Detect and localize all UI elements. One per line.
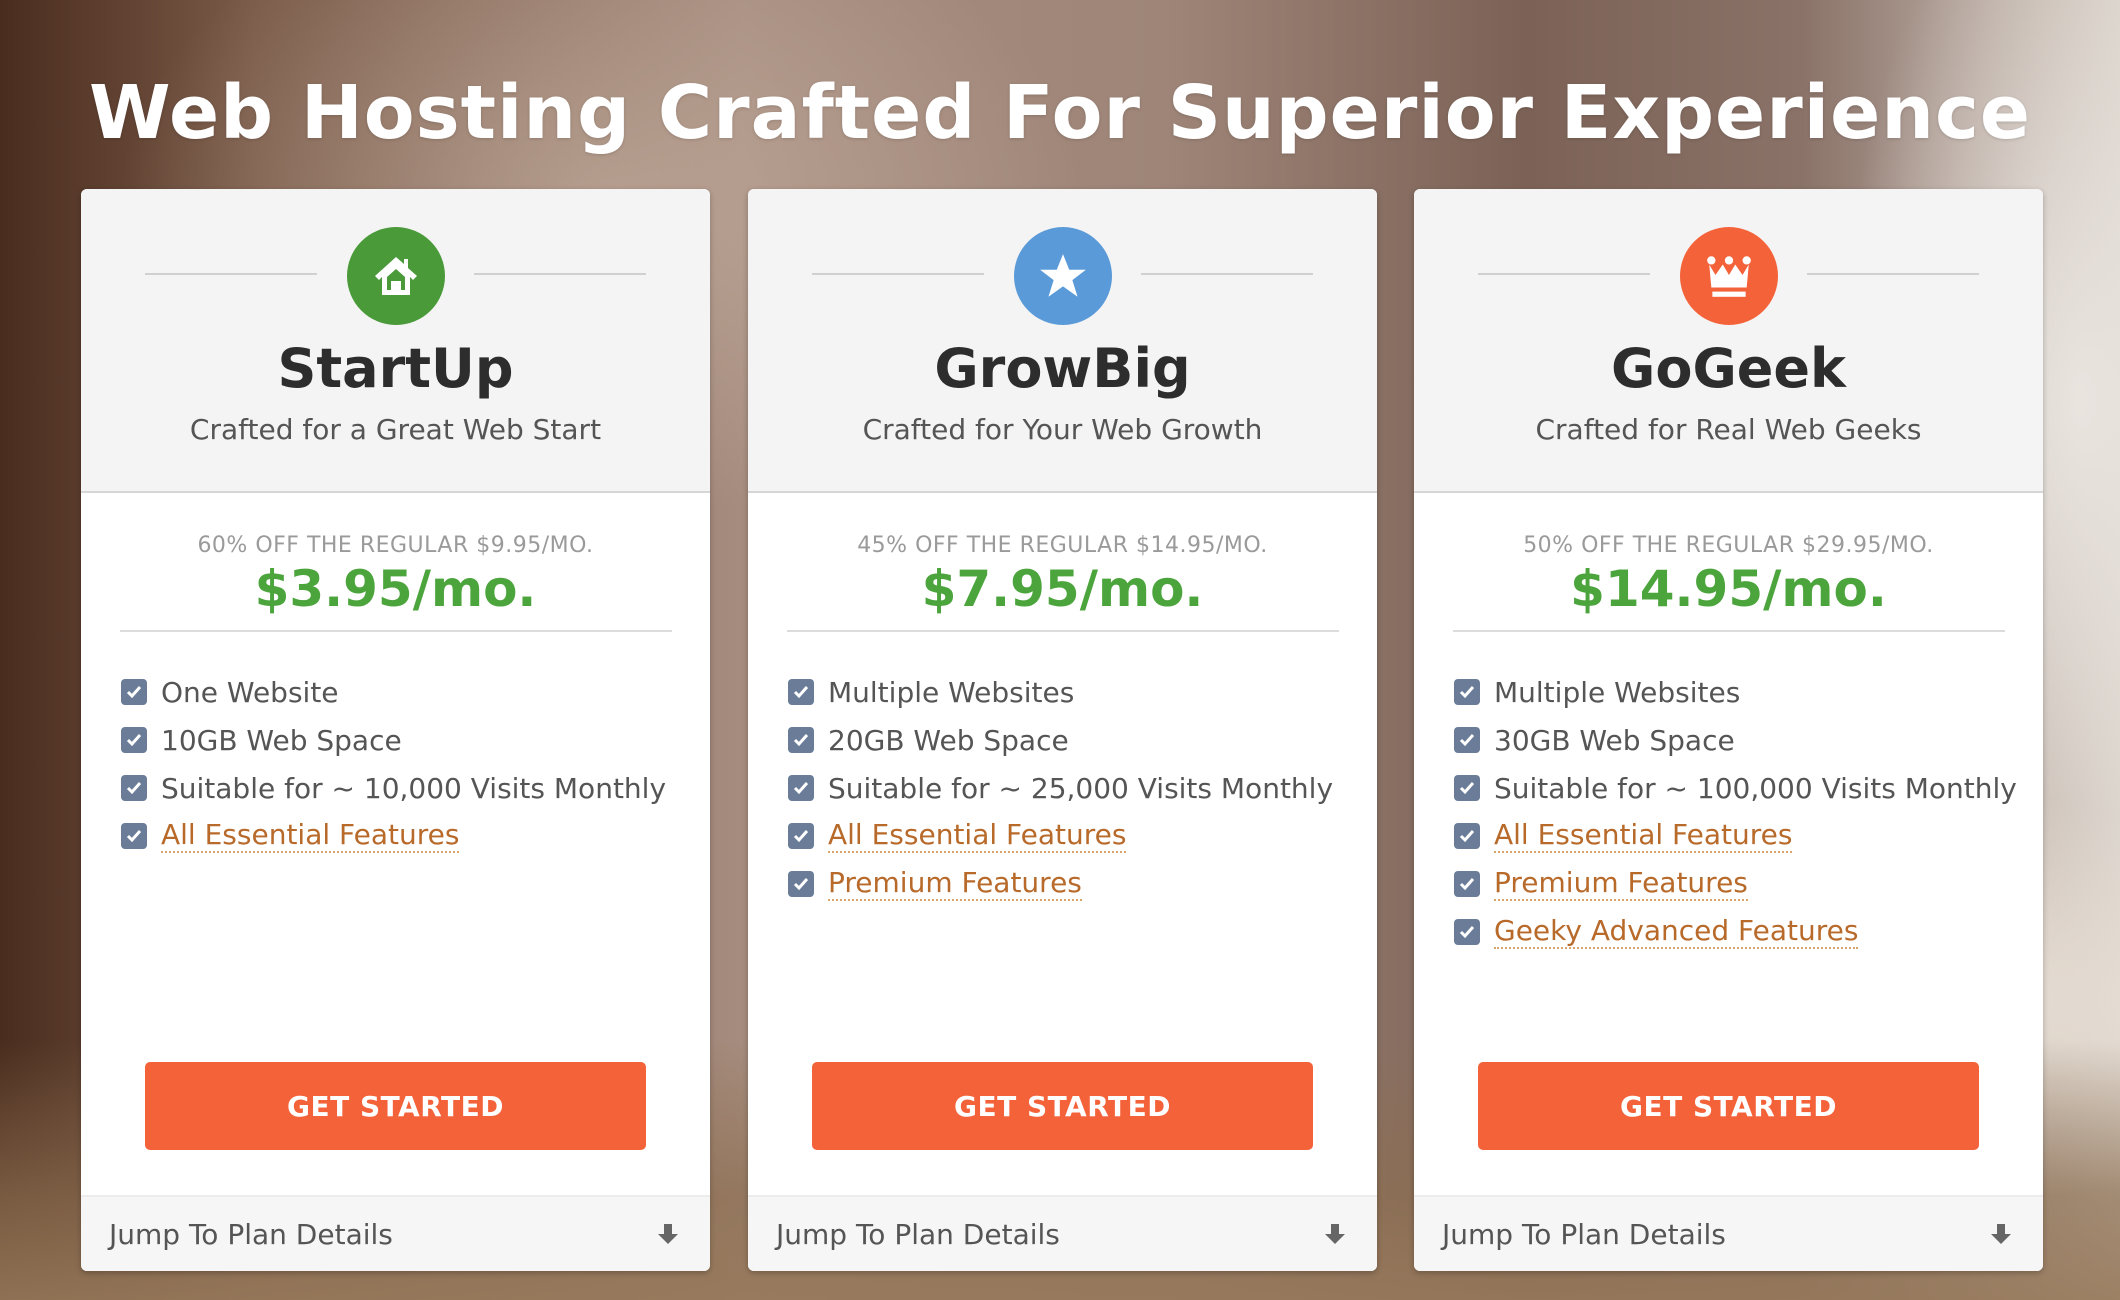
feature-list: One Website 10GB Web Space Suitable for ~ … [81,632,710,860]
plan-price: $3.95/mo. [254,560,537,618]
plan-header: StartUp Crafted for a Great Web Start [81,189,710,493]
discount-note: 60% OFF THE REGULAR $9.95/MO. [197,533,594,558]
feature-link[interactable]: Geeky Advanced Features [1494,915,1859,949]
checkbox-checked-icon [121,775,147,801]
checkbox-checked-icon [121,727,147,753]
feature-item: 10GB Web Space [121,716,710,764]
divider [1141,273,1313,275]
checkbox-checked-icon [1454,727,1480,753]
plan-card-startup: StartUp Crafted for a Great Web Start 60… [81,189,710,1271]
feature-label: 10GB Web Space [161,723,402,757]
get-started-button[interactable]: GET STARTED [1478,1062,1979,1150]
feature-link[interactable]: All Essential Features [161,819,460,853]
divider [474,273,646,275]
crown-icon [1679,227,1778,325]
discount-note: 50% OFF THE REGULAR $29.95/MO. [1523,533,1934,558]
feature-item: All Essential Features [788,812,1377,860]
page-title: Web Hosting Crafted For Superior Experie… [88,69,2032,156]
plan-tagline: Crafted for Real Web Geeks [1535,413,1922,446]
feature-item: All Essential Features [1454,812,2043,860]
feature-list: Multiple Websites 20GB Web Space Suitable … [748,632,1377,908]
feature-label: Multiple Websites [828,675,1075,709]
checkbox-checked-icon [121,823,147,849]
plan-name: GrowBig [934,337,1191,400]
feature-label: Multiple Websites [1494,675,1741,709]
checkbox-checked-icon [788,727,814,753]
plan-header: GoGeek Crafted for Real Web Geeks [1414,189,2043,493]
plan-card-gogeek: GoGeek Crafted for Real Web Geeks 50% OF… [1414,189,2043,1271]
divider [812,273,984,275]
divider [1478,273,1650,275]
checkbox-checked-icon [1454,679,1480,705]
feature-item: Suitable for ~ 10,000 Visits Monthly [121,764,710,812]
jump-to-plan-details-link[interactable]: Jump To Plan Details [81,1195,710,1271]
plan-header: GrowBig Crafted for Your Web Growth [748,189,1377,493]
feature-item: All Essential Features [121,812,710,860]
feature-label: Suitable for ~ 100,000 Visits Monthly [1494,771,2017,805]
feature-link[interactable]: All Essential Features [828,819,1127,853]
price-block: 45% OFF THE REGULAR $14.95/MO. $7.95/mo. [748,493,1377,632]
jump-to-plan-details-link[interactable]: Jump To Plan Details [748,1195,1377,1271]
checkbox-checked-icon [1454,919,1480,945]
feature-label: Suitable for ~ 10,000 Visits Monthly [161,771,667,805]
star-icon [1013,227,1112,325]
checkbox-checked-icon [1454,775,1480,801]
get-started-button[interactable]: GET STARTED [812,1062,1313,1150]
price-block: 50% OFF THE REGULAR $29.95/MO. $14.95/mo… [1414,493,2043,632]
checkbox-checked-icon [1454,871,1480,897]
feature-item: Suitable for ~ 25,000 Visits Monthly [788,764,1377,812]
jump-label: Jump To Plan Details [1442,1217,1726,1251]
feature-item: Premium Features [1454,860,2043,908]
feature-label: One Website [161,675,339,709]
get-started-button[interactable]: GET STARTED [145,1062,646,1150]
arrow-down-icon [1325,1224,1345,1244]
plan-tagline: Crafted for a Great Web Start [189,413,602,446]
price-block: 60% OFF THE REGULAR $9.95/MO. $3.95/mo. [81,493,710,632]
checkbox-checked-icon [1454,823,1480,849]
jump-to-plan-details-link[interactable]: Jump To Plan Details [1414,1195,2043,1271]
checkbox-checked-icon [788,679,814,705]
feature-item: Multiple Websites [1454,668,2043,716]
checkbox-checked-icon [788,823,814,849]
feature-item: 30GB Web Space [1454,716,2043,764]
plan-price: $14.95/mo. [1570,560,1887,618]
checkbox-checked-icon [788,871,814,897]
feature-link[interactable]: Premium Features [828,867,1082,901]
discount-note: 45% OFF THE REGULAR $14.95/MO. [857,533,1268,558]
jump-label: Jump To Plan Details [776,1217,1060,1251]
feature-item: Multiple Websites [788,668,1377,716]
plan-price: $7.95/mo. [921,560,1204,618]
feature-link[interactable]: Premium Features [1494,867,1748,901]
feature-item: Suitable for ~ 100,000 Visits Monthly [1454,764,2043,812]
plan-tagline: Crafted for Your Web Growth [862,413,1263,446]
jump-label: Jump To Plan Details [109,1217,393,1251]
arrow-down-icon [1991,1224,2011,1244]
feature-link[interactable]: All Essential Features [1494,819,1793,853]
feature-item: One Website [121,668,710,716]
feature-item: Premium Features [788,860,1377,908]
home-icon [346,227,445,325]
divider [145,273,317,275]
feature-label: Suitable for ~ 25,000 Visits Monthly [828,771,1334,805]
divider [1807,273,1979,275]
checkbox-checked-icon [788,775,814,801]
plan-card-growbig: GrowBig Crafted for Your Web Growth 45% … [748,189,1377,1271]
feature-list: Multiple Websites 30GB Web Space Suitable … [1414,632,2043,956]
feature-item: Geeky Advanced Features [1454,908,2043,956]
arrow-down-icon [658,1224,678,1244]
plan-name: GoGeek [1611,337,1846,400]
feature-item: 20GB Web Space [788,716,1377,764]
feature-label: 30GB Web Space [1494,723,1735,757]
plan-name: StartUp [277,337,514,400]
feature-label: 20GB Web Space [828,723,1069,757]
checkbox-checked-icon [121,679,147,705]
